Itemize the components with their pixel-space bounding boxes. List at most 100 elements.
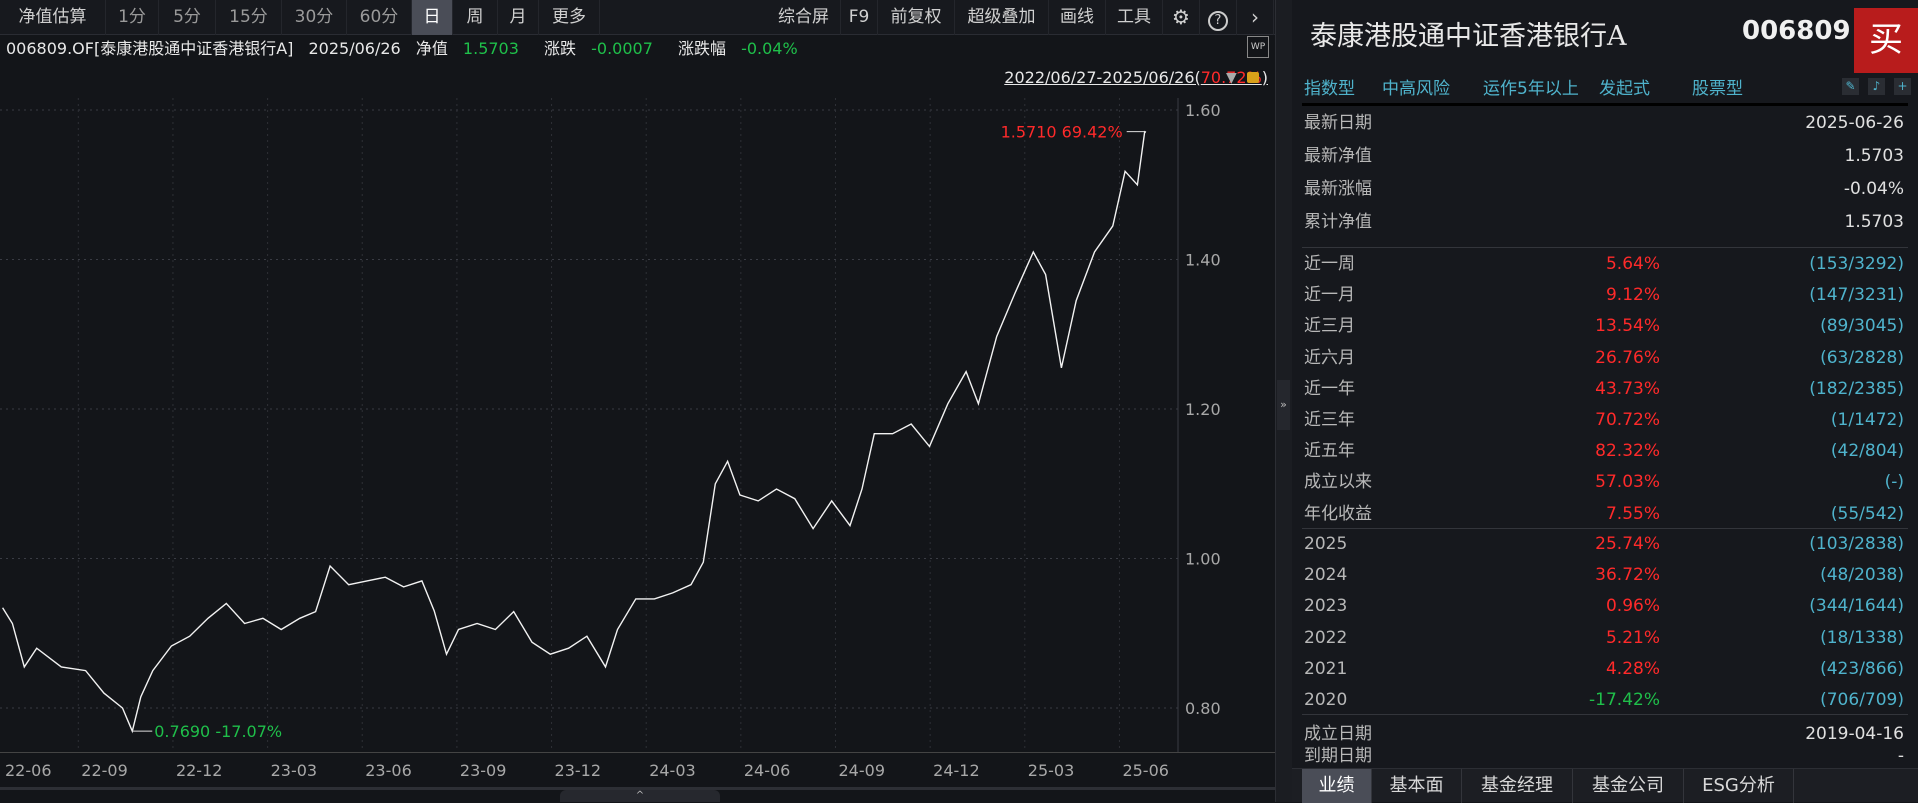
- row-label: 2022: [1304, 627, 1348, 648]
- chevron-right-icon[interactable]: ›: [1237, 0, 1274, 35]
- peer-rank[interactable]: (-): [1885, 467, 1904, 498]
- toolbar-period-5-button[interactable]: 60分: [347, 0, 412, 35]
- performance-row: 2022 5.21% (18/1338): [1292, 623, 1918, 654]
- return-pct: -17.42%: [1589, 690, 1660, 710]
- lock-icon[interactable]: [1247, 72, 1259, 83]
- gear-icon[interactable]: ⚙: [1163, 0, 1200, 35]
- peer-rank[interactable]: (1/1472): [1831, 405, 1904, 436]
- range-close-paren: ): [1261, 68, 1268, 87]
- wp-icon[interactable]: WP: [1247, 36, 1269, 58]
- tab-0[interactable]: 业绩: [1302, 769, 1372, 803]
- peer-rank[interactable]: (153/3292): [1809, 249, 1904, 280]
- bell-icon[interactable]: ♪: [1868, 78, 1885, 95]
- change-pct-value: -0.04%: [741, 39, 798, 58]
- fund-title: 泰康港股通中证香港银行A: [1310, 21, 1627, 52]
- row-label: 2020: [1304, 690, 1348, 710]
- toolbar-period-9-button[interactable]: 更多: [539, 0, 600, 35]
- toolbar-right-3-button[interactable]: 超级叠加: [955, 0, 1049, 35]
- info-row: 累计净值 1.5703: [1292, 207, 1918, 238]
- peer-rank[interactable]: (103/2838): [1809, 529, 1904, 560]
- toolbar-right-4-button[interactable]: 画线: [1049, 0, 1106, 35]
- x-tick-label: 22-12: [175, 761, 223, 780]
- toolbar-period-2-button[interactable]: 5分: [159, 0, 216, 35]
- fund-tag[interactable]: 发起式: [1599, 74, 1650, 99]
- tab-4[interactable]: ESG分析: [1684, 769, 1794, 803]
- y-tick-label: 1.20: [1185, 400, 1221, 419]
- row-label: 2021: [1304, 658, 1348, 679]
- chart-toolbar: 净值估算 1分 5分 15分 30分 60分日周月更多 综合屏 F9 前复权 超级叠加 画线 工具 ⚙?…: [0, 0, 1275, 35]
- change-label: 涨跌: [544, 39, 577, 58]
- peer-rank[interactable]: (89/3045): [1820, 311, 1904, 342]
- help-icon[interactable]: ?: [1200, 0, 1237, 35]
- toolbar-period-3-button[interactable]: 15分: [216, 0, 282, 35]
- nav-line-chart: 1.60 1.40 1.20 1.00 0.80 1.5710 69.42% 0.7690 …: [0, 98, 1221, 752]
- row-label: 成立以来: [1304, 472, 1372, 493]
- performance-row: 近六月 26.76% (63/2828): [1292, 343, 1918, 374]
- return-pct: 57.03%: [1595, 472, 1660, 493]
- toolbar-right-1-button[interactable]: F9: [841, 0, 878, 35]
- fund-tag[interactable]: 股票型: [1692, 74, 1743, 99]
- divider: [1302, 103, 1908, 106]
- return-pct: 9.12%: [1605, 285, 1660, 306]
- peer-rank[interactable]: (423/866): [1820, 654, 1904, 685]
- expand-up-button[interactable]: ^: [560, 790, 720, 802]
- y-tick-label: 1.00: [1185, 550, 1221, 569]
- tab-2[interactable]: 基金经理: [1462, 769, 1573, 803]
- toolbar-period-6-button[interactable]: 日: [412, 0, 453, 35]
- toolbar-period-8-button[interactable]: 月: [498, 0, 539, 35]
- min-annotation: 0.7690 -17.07%: [154, 722, 282, 741]
- row-label: 最新净值: [1304, 146, 1372, 166]
- collapse-panel-handle[interactable]: »: [1277, 380, 1290, 430]
- peer-rank[interactable]: (147/3231): [1809, 280, 1904, 311]
- nav-value: 1.5703: [462, 39, 519, 58]
- change-pct-label: 涨跌幅: [677, 39, 726, 58]
- max-annotation: 1.5710 69.42%: [1001, 123, 1123, 142]
- peer-rank[interactable]: (55/542): [1831, 499, 1904, 530]
- dropdown-triangle-icon[interactable]: ▼: [1226, 70, 1237, 86]
- row-label: 近三月: [1304, 316, 1355, 337]
- fund-tag[interactable]: 运作5年以上: [1483, 74, 1579, 99]
- performance-row: 2024 36.72% (48/2038): [1292, 560, 1918, 591]
- row-label: 2024: [1304, 565, 1348, 586]
- return-pct: 5.64%: [1605, 254, 1660, 274]
- x-tick-label: 25-06: [1122, 761, 1169, 780]
- toolbar-right-0-button[interactable]: 综合屏: [767, 0, 841, 35]
- nav-line: [2, 130, 1147, 734]
- row-label: 累计净值: [1304, 212, 1372, 232]
- toolbar-period-7-button[interactable]: 周: [453, 0, 498, 35]
- y-tick-label: 1.40: [1185, 251, 1221, 270]
- peer-rank[interactable]: (18/1338): [1820, 623, 1904, 654]
- edit-icon[interactable]: ✎: [1842, 78, 1859, 95]
- y-tick-label: 0.80: [1185, 699, 1221, 718]
- tab-3[interactable]: 基金公司: [1573, 769, 1684, 803]
- fund-tag[interactable]: 中高风险: [1382, 74, 1450, 99]
- peer-rank[interactable]: (182/2385): [1809, 374, 1904, 405]
- row-value: 2025-06-26: [1805, 113, 1904, 133]
- peer-rank[interactable]: (344/1644): [1809, 591, 1904, 622]
- peer-rank[interactable]: (48/2038): [1820, 560, 1904, 591]
- row-value: -0.04%: [1843, 179, 1904, 199]
- performance-row: 2021 4.28% (423/866): [1292, 654, 1918, 685]
- buy-button[interactable]: 买: [1854, 8, 1918, 73]
- toolbar-right-2-button[interactable]: 前复权: [878, 0, 955, 35]
- toolbar-period-4-button[interactable]: 30分: [282, 0, 347, 35]
- add-icon[interactable]: +: [1894, 78, 1911, 95]
- peer-rank[interactable]: (42/804): [1831, 436, 1904, 467]
- tab-1[interactable]: 基本面: [1372, 769, 1462, 803]
- row-value: 1.5703: [1844, 212, 1904, 232]
- performance-row: 年化收益 7.55% (55/542): [1292, 499, 1918, 530]
- fund-tag[interactable]: 指数型: [1304, 74, 1355, 99]
- performance-row: 近三年 70.72% (1/1472): [1292, 405, 1918, 436]
- toolbar-nav-estimate-button[interactable]: 净值估算: [0, 0, 106, 35]
- peer-rank[interactable]: (63/2828): [1820, 343, 1904, 374]
- return-pct: 4.28%: [1605, 658, 1660, 679]
- fund-name: 006809.OF[泰康港股通中证香港银行A]: [6, 39, 294, 58]
- x-tick-label: 23-06: [365, 761, 412, 780]
- performance-row: 2025 25.74% (103/2838): [1292, 529, 1918, 560]
- toolbar-right-5-button[interactable]: 工具: [1106, 0, 1163, 35]
- peer-rank[interactable]: (706/709): [1820, 685, 1904, 716]
- toolbar-period-1-button[interactable]: 1分: [106, 0, 159, 35]
- x-tick-label: 24-03: [649, 761, 696, 780]
- row-label: 近一年: [1304, 378, 1355, 399]
- row-label: 近三年: [1304, 410, 1355, 430]
